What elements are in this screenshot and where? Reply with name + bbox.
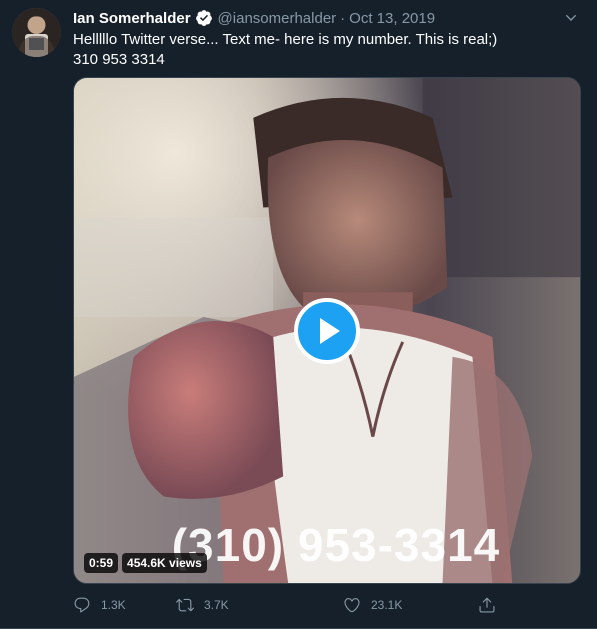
separator-dot: · xyxy=(340,9,346,27)
heart-icon xyxy=(344,598,360,613)
like-button[interactable]: 23.1K xyxy=(343,596,402,614)
reply-button[interactable]: 1.3K xyxy=(73,596,126,614)
avatar[interactable] xyxy=(12,8,61,57)
tweet[interactable]: Ian Somerhalder @iansomerhalder · Oct 13… xyxy=(0,0,597,629)
reply-icon xyxy=(74,597,90,613)
tweet-actions: 1.3K 3.7K 23.1K xyxy=(73,593,503,617)
video-views: 454.6K views xyxy=(122,553,207,573)
retweet-count: 3.7K xyxy=(204,598,229,612)
verified-badge-icon xyxy=(195,9,213,27)
author-handle[interactable]: @iansomerhalder xyxy=(218,10,337,27)
share-icon xyxy=(479,597,495,613)
retweet-icon xyxy=(176,598,194,612)
tweet-date[interactable]: Oct 13, 2019 xyxy=(349,10,435,27)
reply-count: 1.3K xyxy=(101,598,126,612)
video-player[interactable]: (310) 953-3314 0:59 454.6K views xyxy=(73,77,581,584)
like-count: 23.1K xyxy=(371,598,403,612)
author-name[interactable]: Ian Somerhalder xyxy=(73,10,191,27)
tweet-text: Helllllo Twitter verse... Text me- here … xyxy=(73,30,578,70)
play-icon xyxy=(320,318,340,344)
tweet-header: Ian Somerhalder @iansomerhalder · Oct 13… xyxy=(73,8,435,28)
retweet-button[interactable]: 3.7K xyxy=(176,596,229,614)
share-button[interactable] xyxy=(478,596,496,614)
tweet-text-line: 310 953 3314 xyxy=(73,51,165,68)
video-duration: 0:59 xyxy=(84,553,119,573)
play-button[interactable] xyxy=(294,298,360,364)
video-stats: 0:59 454.6K views xyxy=(84,553,207,573)
tweet-text-line: Helllllo Twitter verse... Text me- here … xyxy=(73,31,498,48)
chevron-down-icon[interactable] xyxy=(563,10,579,26)
